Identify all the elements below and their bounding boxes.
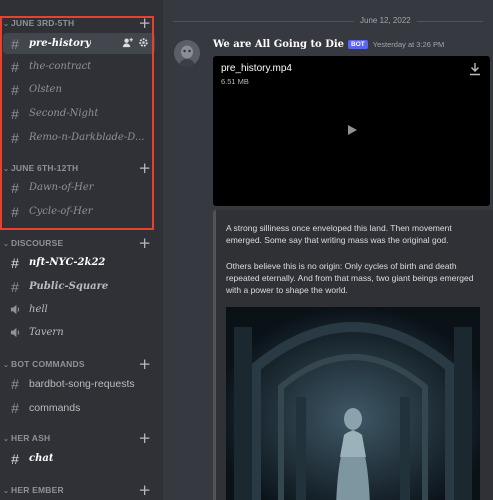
channel-name: Dawn-of-Her — [29, 182, 94, 193]
plus-icon[interactable]: + — [138, 429, 151, 447]
hash-icon: # — [11, 203, 19, 220]
embed-image[interactable] — [226, 307, 480, 500]
add-member-icon[interactable] — [122, 37, 133, 48]
channel-name: Second-Night — [29, 108, 99, 119]
channel-name: nft-NYC-2k22 — [29, 257, 106, 268]
hash-icon: # — [11, 105, 19, 122]
category-label: HER ASH — [11, 433, 51, 443]
category-bot-commands[interactable]: ⌄ BOT COMMANDS + — [0, 355, 163, 373]
channel-commands[interactable]: # commands — [3, 397, 155, 418]
chevron-down-icon: ⌄ — [2, 359, 10, 369]
chevron-down-icon: ⌄ — [2, 163, 10, 173]
chevron-down-icon: ⌄ — [2, 238, 10, 248]
channel-name: hell — [29, 304, 48, 315]
download-icon[interactable] — [468, 62, 482, 76]
hash-icon: # — [11, 278, 19, 295]
category-label: JUNE 6TH-12TH — [11, 163, 79, 173]
channel-pre-history[interactable]: # pre-history — [3, 33, 155, 54]
plus-icon[interactable]: + — [138, 355, 151, 373]
plus-icon[interactable]: + — [138, 14, 151, 32]
timestamp: Yesterday at 3:26 PM — [372, 39, 445, 49]
hash-icon: # — [11, 81, 19, 98]
channel-name: Public-Square — [29, 281, 109, 292]
embed-paragraph: A strong silliness once enveloped this l… — [226, 223, 452, 245]
video-attachment[interactable]: pre_history.mp4 6.51 MB — [213, 56, 490, 206]
channel-nft-nyc-2k22[interactable]: # nft-NYC-2k22 — [3, 252, 155, 273]
hash-icon: # — [11, 58, 19, 75]
attachment-filename[interactable]: pre_history.mp4 — [221, 63, 292, 74]
message-embed: A strong silliness once enveloped this l… — [213, 210, 493, 500]
category-june-3rd-5th[interactable]: ⌄ JUNE 3RD-5TH + — [0, 14, 163, 32]
message-area: June 12, 2022 We are All Going to Die BO… — [163, 0, 493, 500]
chevron-down-icon: ⌄ — [2, 485, 10, 495]
channel-cycle-of-her[interactable]: # Cycle-of-Her — [3, 201, 155, 222]
channel-chat[interactable]: # chat — [3, 448, 155, 469]
embed-paragraph: Others believe this is no origin: Only c… — [226, 261, 474, 295]
channel-olsten[interactable]: # Olsten — [3, 79, 155, 100]
attachment-size: 6.51 MB — [221, 77, 249, 86]
channel-name: Tavern — [29, 327, 64, 338]
category-her-ash[interactable]: ⌄ HER ASH + — [0, 429, 163, 447]
channel-name: pre-history — [29, 38, 91, 49]
hash-icon: # — [11, 35, 19, 52]
channel-name: commands — [29, 401, 81, 414]
plus-icon[interactable]: + — [138, 234, 151, 252]
channel-bardbot-song-requests[interactable]: # bardbot-song-requests — [3, 373, 155, 394]
hash-icon: # — [11, 254, 19, 271]
category-label: JUNE 3RD-5TH — [11, 18, 75, 28]
message-header: We are All Going to Die BOT Yesterday at… — [213, 37, 444, 51]
hash-icon: # — [11, 179, 19, 196]
username[interactable]: We are All Going to Die — [213, 39, 344, 50]
channel-second-night[interactable]: # Second-Night — [3, 103, 155, 124]
speaker-icon — [7, 304, 23, 315]
channel-name: Cycle-of-Her — [29, 206, 93, 217]
plus-icon[interactable]: + — [138, 481, 151, 499]
speaker-icon — [7, 327, 23, 338]
category-label: BOT COMMANDS — [11, 359, 85, 369]
channel-tavern[interactable]: Tavern — [3, 322, 155, 343]
channel-name: Remo-n-Darkblade-D... — [29, 132, 145, 143]
channel-sidebar: ⌄ JUNE 3RD-5TH + # pre-history # the-con… — [0, 0, 163, 500]
play-icon[interactable] — [346, 124, 358, 136]
plus-icon[interactable]: + — [138, 159, 151, 177]
channel-name: chat — [29, 453, 54, 464]
date-divider: June 12, 2022 — [163, 14, 493, 28]
bot-badge: BOT — [348, 39, 368, 49]
hash-icon: # — [11, 450, 19, 467]
category-discourse[interactable]: ⌄ DISCOURSE + — [0, 234, 163, 252]
channel-dawn-of-her[interactable]: # Dawn-of-Her — [3, 177, 155, 198]
category-her-ember[interactable]: ⌄ HER EMBER + — [0, 481, 163, 499]
chevron-down-icon: ⌄ — [2, 433, 10, 443]
category-label: DISCOURSE — [11, 238, 64, 248]
hash-icon: # — [11, 129, 19, 146]
hash-icon: # — [11, 375, 19, 392]
category-label: HER EMBER — [11, 485, 64, 495]
hash-icon: # — [11, 399, 19, 416]
chevron-down-icon: ⌄ — [2, 18, 10, 28]
channel-remo-n-darkblade[interactable]: # Remo-n-Darkblade-D... — [3, 127, 155, 148]
channel-name: bardbot-song-requests — [29, 377, 135, 390]
category-june-6th-12th[interactable]: ⌄ JUNE 6TH-12TH + — [0, 159, 163, 177]
gear-icon[interactable] — [138, 37, 149, 48]
channel-the-contract[interactable]: # the-contract — [3, 56, 155, 77]
date-divider-label: June 12, 2022 — [354, 14, 417, 28]
channel-name: Olsten — [29, 84, 62, 95]
avatar[interactable] — [174, 40, 200, 66]
channel-hell[interactable]: hell — [3, 299, 155, 320]
channel-public-square[interactable]: # Public-Square — [3, 276, 155, 297]
channel-name: the-contract — [29, 61, 92, 72]
